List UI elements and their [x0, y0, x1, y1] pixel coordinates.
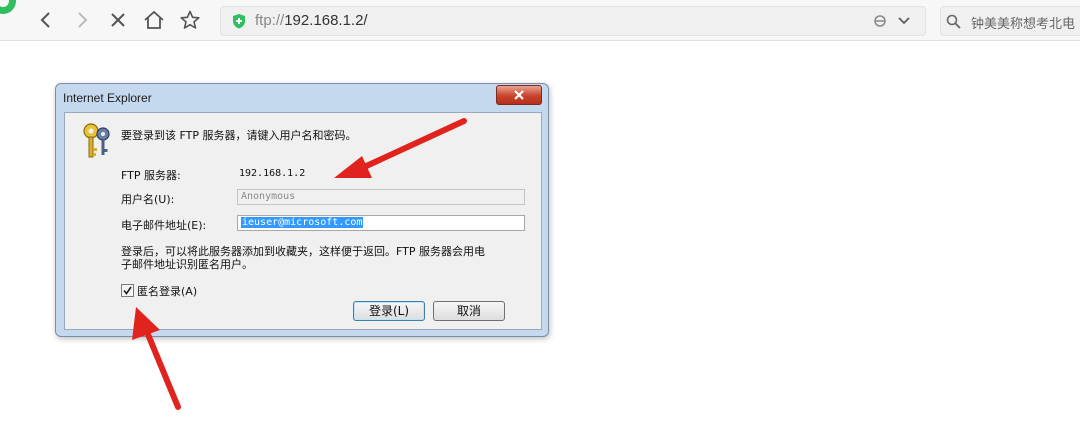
- dialog-title: Internet Explorer: [63, 91, 152, 105]
- email-value: ieuser@microsoft.com: [241, 217, 364, 228]
- browser-logo-icon: [0, 0, 16, 14]
- secure-shield-icon: [233, 14, 245, 29]
- favorite-button[interactable]: [178, 8, 202, 32]
- server-label: FTP 服务器:: [121, 169, 181, 182]
- chevron-down-icon[interactable]: [897, 15, 911, 27]
- username-field[interactable]: Anonymous: [237, 189, 525, 205]
- ftp-login-dialog: Internet Explorer 要登录到该 FTP 服务器，请键入用户名和密…: [55, 83, 549, 337]
- keys-icon: [83, 123, 110, 158]
- username-value: Anonymous: [241, 191, 296, 202]
- cancel-button[interactable]: 取消: [433, 301, 505, 321]
- email-field[interactable]: ieuser@microsoft.com: [237, 215, 525, 231]
- server-value: 192.168.1.2: [239, 168, 306, 179]
- email-label: 电子邮件地址(E):: [121, 219, 207, 232]
- note-line-2: 子邮件地址识别匿名用户。: [121, 258, 253, 271]
- username-label: 用户名(U):: [121, 193, 175, 206]
- home-button[interactable]: [142, 8, 166, 32]
- dialog-prompt: 要登录到该 FTP 服务器，请键入用户名和密码。: [121, 129, 357, 142]
- search-icon: [946, 14, 961, 29]
- login-button[interactable]: 登录(L): [353, 301, 425, 321]
- close-x-icon: [111, 13, 125, 27]
- dialog-body: 要登录到该 FTP 服务器，请键入用户名和密码。 FTP 服务器: 192.16…: [64, 112, 542, 330]
- back-arrow-icon: [40, 12, 50, 28]
- url-host: 192.168.1.2/: [284, 12, 368, 29]
- search-query-text: 钟美美称想考北电: [971, 17, 1076, 32]
- dialog-close-button[interactable]: [496, 85, 542, 105]
- forward-button[interactable]: [70, 8, 94, 32]
- anonymous-login-checkbox[interactable]: [121, 284, 134, 297]
- ie-mode-icon[interactable]: [873, 14, 887, 28]
- back-button[interactable]: [34, 8, 58, 32]
- stop-button[interactable]: [106, 8, 130, 32]
- url-scheme: ftp://: [255, 12, 285, 29]
- home-icon: [144, 11, 164, 29]
- star-icon: [180, 10, 200, 29]
- browser-toolbar: ftp://192.168.1.2/ 钟美美称想考北电: [0, 0, 1080, 41]
- close-icon: [514, 90, 524, 100]
- address-bar[interactable]: ftp://192.168.1.2/: [220, 6, 926, 36]
- forward-arrow-icon: [78, 12, 88, 28]
- anonymous-login-label[interactable]: 匿名登录(A): [137, 283, 197, 299]
- search-box[interactable]: 钟美美称想考北电: [940, 6, 1080, 36]
- url-text[interactable]: ftp://192.168.1.2/: [255, 12, 368, 29]
- checkmark-icon: [123, 286, 132, 295]
